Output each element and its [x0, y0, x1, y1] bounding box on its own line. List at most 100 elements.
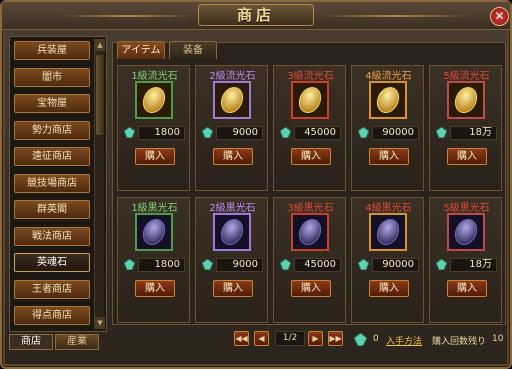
sidebar-item[interactable]: 英魂石: [14, 253, 90, 272]
tab-industry[interactable]: 産業: [55, 334, 99, 350]
buy-button[interactable]: 購入: [135, 148, 175, 165]
item-price: 90000: [372, 258, 419, 272]
buy-button[interactable]: 購入: [291, 148, 331, 165]
item-name: 4級黒光石: [365, 203, 412, 214]
currency-amount: 0: [373, 334, 379, 344]
sidebar-item[interactable]: 得点商店: [14, 306, 90, 325]
shop-window: 商店 ✕ 兵装屋闇市宝物屋勢力商店遠征商店競技場商店群英閣戦法商店英魂石王者商店…: [0, 0, 512, 369]
price-row: 1800: [124, 126, 186, 140]
buy-button[interactable]: 購入: [447, 280, 487, 297]
item-price: 9000: [216, 126, 263, 140]
soul-stone-icon: [436, 127, 447, 138]
item-icon-frame[interactable]: [135, 213, 173, 251]
item-name: 5級流光石: [443, 71, 490, 82]
buy-button[interactable]: 購入: [213, 148, 253, 165]
item-name: 1級流光石: [131, 71, 178, 82]
dark-stone-icon: [371, 215, 405, 249]
item-panel: アイテム 装备 1級流光石 1800 購入 2級流光石 9000 購入 3級流光石 45000…: [112, 41, 506, 325]
price-row: 18万: [436, 126, 498, 140]
tab-items[interactable]: アイテム: [117, 41, 165, 59]
sidebar-item[interactable]: 競技場商店: [14, 174, 90, 193]
scroll-up-icon[interactable]: ▲: [95, 39, 105, 51]
buy-button[interactable]: 購入: [213, 280, 253, 297]
buy-button[interactable]: 購入: [369, 148, 409, 165]
gold-stone-icon: [137, 83, 171, 117]
window-title: 商店: [198, 4, 314, 26]
soul-stone-icon: [280, 127, 291, 138]
item-icon-frame[interactable]: [447, 213, 485, 251]
soul-stone-icon: [358, 259, 369, 270]
scroll-down-icon[interactable]: ▼: [95, 317, 105, 329]
tab-equipment[interactable]: 装备: [169, 41, 217, 59]
remaining-purchases-value: 10: [492, 334, 504, 344]
shop-item-card: 2級流光石 9000 購入: [195, 65, 268, 191]
soul-stone-icon: [124, 259, 135, 270]
bottom-tabs: 商店 産業: [9, 334, 107, 352]
close-button[interactable]: ✕: [490, 7, 509, 26]
first-page-button[interactable]: ◀◀: [234, 331, 249, 346]
scroll-thumb[interactable]: [96, 55, 104, 135]
shop-item-card: 1級黒光石 1800 購入: [117, 197, 190, 323]
item-name: 5級黒光石: [443, 203, 490, 214]
buy-button[interactable]: 購入: [291, 280, 331, 297]
item-icon-frame[interactable]: [447, 81, 485, 119]
last-page-button[interactable]: ▶▶: [328, 331, 343, 346]
item-icon-frame[interactable]: [213, 213, 251, 251]
buy-button[interactable]: 購入: [369, 280, 409, 297]
shop-item-card: 5級黒光石 18万購入: [429, 197, 502, 323]
title-ornament-right: [320, 15, 470, 17]
sidebar-item[interactable]: 勢力商店: [14, 121, 90, 140]
dark-stone-icon: [293, 215, 327, 249]
sidebar-item[interactable]: 宝物屋: [14, 94, 90, 113]
price-row: 90000: [358, 126, 420, 140]
price-row: 1800: [124, 258, 186, 272]
sidebar-item[interactable]: 遠征商店: [14, 147, 90, 166]
item-icon-frame[interactable]: [291, 213, 329, 251]
sidebar-item[interactable]: 戦法商店: [14, 227, 90, 246]
item-name: 2級流光石: [209, 71, 256, 82]
buy-button[interactable]: 購入: [447, 148, 487, 165]
next-page-button[interactable]: ▶: [308, 331, 323, 346]
price-row: 9000: [202, 258, 264, 272]
soul-stone-currency-icon: [354, 333, 367, 346]
item-price: 1800: [138, 126, 185, 140]
prev-page-button[interactable]: ◀: [254, 331, 269, 346]
item-price: 9000: [216, 258, 263, 272]
item-icon-frame[interactable]: [135, 81, 173, 119]
dark-stone-icon: [215, 215, 249, 249]
title-ornament-left: [62, 15, 192, 17]
remaining-purchases-label: 購入回数残り: [432, 337, 487, 347]
sidebar-scrollbar[interactable]: ▲ ▼: [94, 39, 105, 329]
shop-item-card: 2級黒光石 9000 購入: [195, 197, 268, 323]
gold-stone-icon: [371, 83, 405, 117]
soul-stone-icon: [202, 259, 213, 270]
item-price: 90000: [372, 126, 419, 140]
item-icon-frame[interactable]: [369, 213, 407, 251]
item-price: 45000: [294, 126, 341, 140]
item-icon-frame[interactable]: [213, 81, 251, 119]
dark-stone-icon: [449, 215, 483, 249]
buy-button[interactable]: 購入: [135, 280, 175, 297]
tab-shop[interactable]: 商店: [9, 334, 53, 350]
item-icon-frame[interactable]: [291, 81, 329, 119]
sidebar-item[interactable]: 王者商店: [14, 280, 90, 299]
item-icon-frame[interactable]: [369, 81, 407, 119]
page-indicator: 1/2: [275, 331, 305, 346]
price-row: 45000: [280, 126, 342, 140]
sidebar-item[interactable]: 群英閣: [14, 200, 90, 219]
item-name: 1級黒光石: [131, 203, 178, 214]
sidebar-item[interactable]: 闇市: [14, 68, 90, 87]
shop-item-card: 4級流光石 90000 購入: [351, 65, 424, 191]
obtain-method-link[interactable]: 入手方法: [386, 334, 422, 347]
price-row: 90000: [358, 258, 420, 272]
item-name: 2級黒光石: [209, 203, 256, 214]
price-row: 9000: [202, 126, 264, 140]
item-price: 18万: [450, 258, 497, 272]
dark-stone-icon: [137, 215, 171, 249]
shop-item-card: 5級流光石 18万購入: [429, 65, 502, 191]
item-name: 3級流光石: [287, 71, 334, 82]
shop-item-card: 4級黒光石 90000 購入: [351, 197, 424, 323]
title-bar: 商店 ✕: [2, 2, 510, 30]
item-name: 4級流光石: [365, 71, 412, 82]
sidebar-item[interactable]: 兵装屋: [14, 41, 90, 60]
